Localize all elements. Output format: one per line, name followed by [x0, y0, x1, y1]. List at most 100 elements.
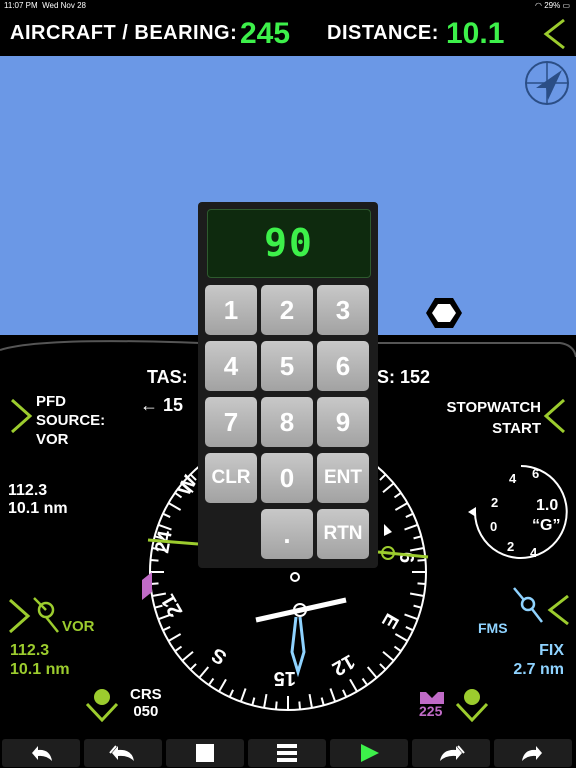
redo-all-button[interactable]: [412, 739, 490, 767]
keypad-key-8[interactable]: 8: [261, 397, 313, 447]
fix-readout: FIX 2.7 nm: [500, 641, 564, 679]
compass-tick: [263, 693, 268, 709]
compass-tick: [251, 697, 256, 706]
compass-tick: [151, 592, 167, 597]
g-tick-4-label: 4: [509, 471, 517, 486]
stopwatch-label: STOPWATCH: [446, 399, 541, 416]
crs-value: 050: [133, 703, 159, 720]
keypad-key-dot[interactable]: .: [261, 509, 313, 559]
compass-tick: [417, 558, 426, 562]
keypad-key-4[interactable]: 4: [205, 341, 257, 391]
compass-tick: [379, 663, 387, 671]
fix-distance: 2.7 nm: [513, 661, 564, 678]
compass-tick: [189, 663, 197, 671]
keypad-key-5[interactable]: 5: [261, 341, 313, 391]
compass-tick: [218, 678, 227, 693]
pfd-source-prev-icon[interactable]: [8, 398, 34, 434]
keypad-key-7[interactable]: 7: [205, 397, 257, 447]
compass-tick: [181, 650, 194, 662]
compass-tick: [198, 666, 210, 679]
compass-tick: [298, 701, 302, 710]
compass-tick: [228, 689, 234, 698]
compass-tick: [405, 512, 414, 518]
play-icon: [361, 744, 379, 762]
keypad-display-value: 90: [264, 221, 314, 265]
crs-readout[interactable]: CRS 050: [130, 686, 162, 720]
tas-label: TAS:: [147, 367, 188, 387]
vor-source-icon[interactable]: [6, 596, 66, 638]
undo-all-button[interactable]: [84, 739, 162, 767]
keypad-key-2[interactable]: 2: [261, 285, 313, 335]
map-orientation-icon[interactable]: [522, 58, 572, 108]
stopwatch-action: START: [492, 420, 541, 437]
compass-label-15: 15: [274, 667, 296, 689]
compass-tick: [409, 592, 425, 597]
compass-tick: [308, 693, 313, 709]
compass-tick: [329, 688, 337, 703]
vor-distance: 10.1 nm: [10, 661, 70, 678]
compass-tick: [404, 523, 419, 531]
g-tick-neg2-label: 2: [507, 539, 515, 554]
compass-label-12: 12: [328, 650, 358, 680]
keypad-key-3[interactable]: 3: [317, 285, 369, 335]
compass-tick: [320, 697, 325, 706]
keypad-key-rtn[interactable]: RTN: [317, 509, 369, 559]
compass-label-E: E: [377, 610, 403, 633]
redo-all-icon: [440, 745, 465, 761]
crs-selector-icon[interactable]: [84, 688, 120, 722]
stopwatch-block[interactable]: STOPWATCH START: [446, 397, 541, 439]
compass-tick: [162, 512, 171, 518]
compass-tick: [382, 482, 395, 494]
pfd-source-line2: SOURCE:: [36, 412, 106, 429]
compass-tick: [167, 633, 182, 642]
pfd-source-line3: VOR: [36, 431, 69, 448]
compass-tick: [405, 626, 414, 632]
compass-tick: [404, 613, 419, 621]
compass-tick: [413, 535, 422, 540]
stop-icon: [196, 744, 214, 762]
pfd-source-block[interactable]: PFD SOURCE: VOR: [36, 392, 105, 449]
heading-bug-marker-icon: [142, 572, 152, 600]
fms-source-icon[interactable]: [510, 586, 570, 628]
wifi-icon: ◠: [534, 1, 542, 10]
ground-speed-label: S: 152: [377, 367, 431, 387]
keypad-key-clr[interactable]: CLR: [205, 453, 257, 503]
nav-distance: 10.1 nm: [8, 500, 68, 517]
compass-tick: [379, 473, 387, 481]
vor-frequency: 112.3: [10, 642, 50, 659]
compass-tick: [239, 688, 247, 703]
redo-button[interactable]: [494, 739, 572, 767]
menu-button[interactable]: [248, 739, 326, 767]
keypad-key-0[interactable]: 0: [261, 453, 313, 503]
keypad-key-1[interactable]: 1: [205, 285, 257, 335]
redo-icon: [522, 746, 542, 761]
compass-tick: [394, 633, 409, 642]
status-bar: 11:07 PM Wed Nov 28 ◠ 29% ▭: [0, 0, 576, 12]
compass-tick: [361, 677, 368, 686]
back-chevron-icon[interactable]: [540, 18, 568, 50]
keypad-key-6[interactable]: 6: [317, 341, 369, 391]
header-bar: AIRCRAFT / BEARING: 245 DISTANCE: 10.1: [0, 12, 576, 56]
nav-readout: 112.3 10.1 nm: [8, 482, 68, 518]
heading-bug-value[interactable]: 225: [419, 703, 442, 719]
battery-icon: ▭: [562, 1, 570, 10]
bearing-value: 245: [240, 17, 291, 50]
stopwatch-chevron-icon[interactable]: [542, 398, 568, 434]
undo-icon: [32, 746, 52, 761]
stop-button[interactable]: [166, 739, 244, 767]
undo-button[interactable]: [2, 739, 80, 767]
keypad-key-ent[interactable]: ENT: [317, 453, 369, 503]
compass-label-S: S: [208, 643, 231, 669]
fms-label: FMS: [478, 620, 508, 636]
g-tick-6-label: 6: [532, 466, 540, 481]
heading-selector-icon[interactable]: [454, 688, 490, 722]
g-meter-gauge: 6: [468, 465, 568, 559]
heading-bug-icon: [384, 524, 392, 536]
play-button[interactable]: [330, 739, 408, 767]
crs-label: CRS: [130, 686, 162, 703]
keypad-key-9[interactable]: 9: [317, 397, 369, 447]
compass-tick: [409, 547, 425, 552]
compass-tick: [167, 502, 182, 511]
compass-tick: [382, 650, 395, 662]
compass-tick: [274, 701, 278, 710]
